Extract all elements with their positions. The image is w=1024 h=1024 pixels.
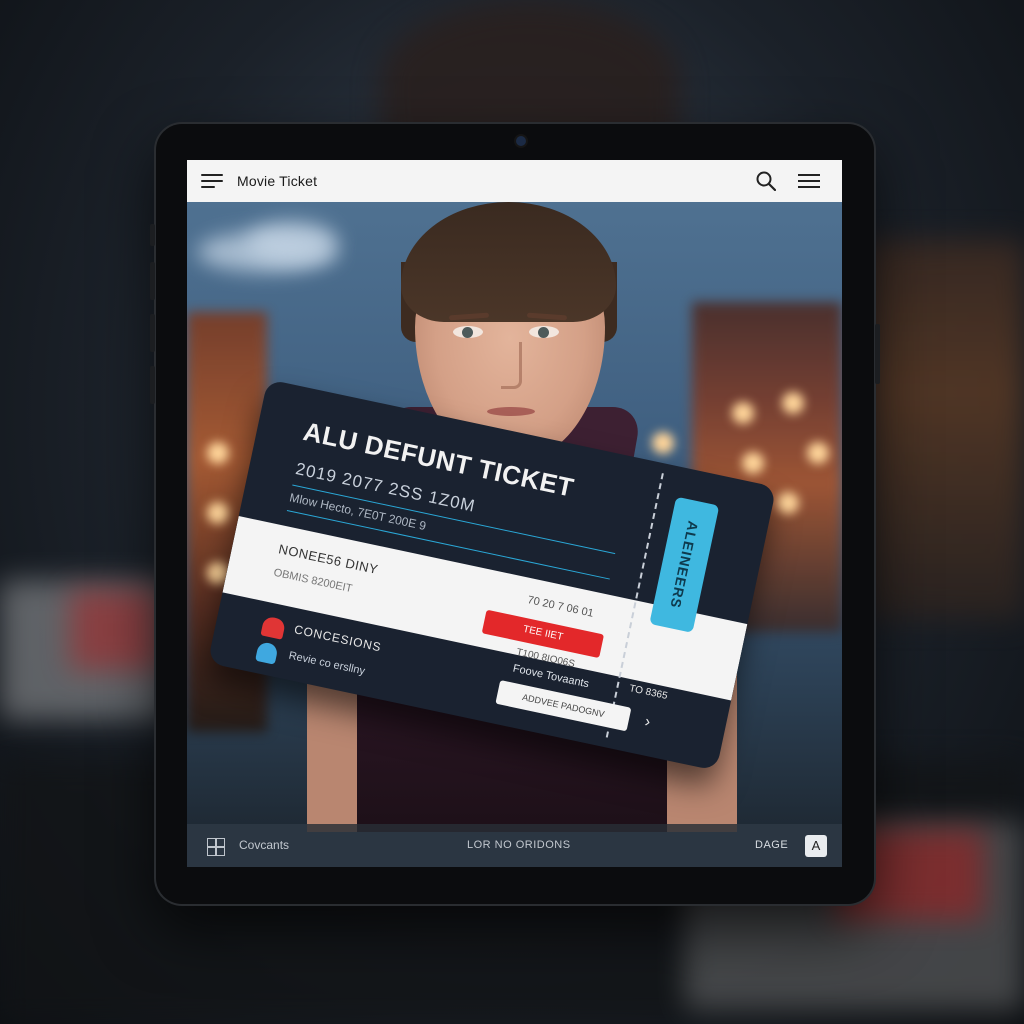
options-menu-icon[interactable] — [798, 174, 820, 188]
backdrop-lights — [864, 240, 1024, 620]
bottom-center-tab[interactable]: LOR NO ORIDONS — [467, 839, 571, 851]
side-button-lower — [150, 366, 155, 404]
tablet-screen: Movie Ticket ALU DEFUNT TICKET 2019 2077… — [187, 160, 842, 867]
tablet-device: Movie Ticket ALU DEFUNT TICKET 2019 2077… — [150, 124, 880, 904]
grid-icon[interactable] — [207, 838, 225, 856]
ticket-footer-button[interactable]: ADDVEE PADOGNV — [495, 680, 632, 732]
bottom-left-tab[interactable]: Covcants — [239, 838, 289, 852]
band-label-secondary: OBMIS 8200EIT — [272, 566, 354, 596]
band-right-value: 70 20 7 06 01 — [526, 594, 595, 620]
hamburger-menu-icon[interactable] — [201, 174, 223, 188]
user-label: Revie co ersllny — [287, 649, 367, 678]
camera-icon — [516, 136, 526, 146]
volume-up-button — [150, 262, 155, 300]
app-badge-icon[interactable]: A — [805, 835, 827, 857]
ticket-stub: ALEINEERS — [649, 496, 720, 633]
app-top-bar: Movie Ticket — [187, 160, 842, 202]
volume-down-button — [150, 314, 155, 352]
concessions-icon — [260, 615, 287, 640]
bottom-right-tab[interactable]: DAGE — [755, 839, 788, 851]
stub-label: ALEINEERS — [667, 519, 702, 611]
chevron-right-icon[interactable]: › — [643, 713, 652, 732]
app-title: Movie Ticket — [237, 173, 318, 189]
power-button — [875, 324, 880, 384]
side-button — [150, 224, 155, 246]
backdrop-red-block-left — [70, 590, 160, 670]
bottom-bar: Covcants LOR NO ORIDONS DAGE A — [187, 824, 842, 867]
concessions-link[interactable]: CONCESIONS — [293, 622, 383, 654]
user-icon — [255, 641, 279, 665]
search-icon[interactable] — [756, 171, 776, 191]
